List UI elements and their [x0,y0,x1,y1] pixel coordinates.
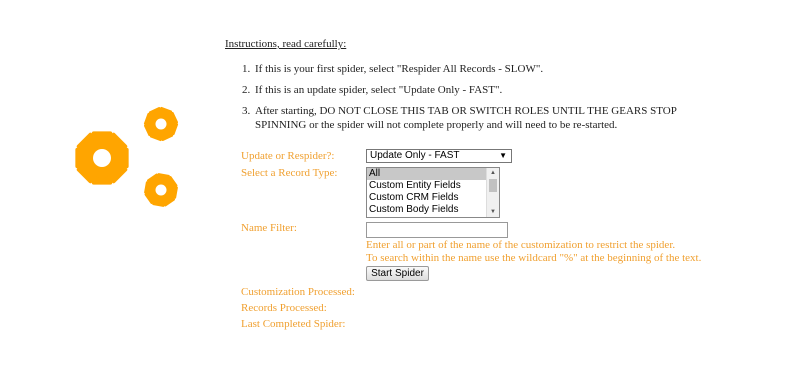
record-type-option-custom-entity-fields[interactable]: Custom Entity Fields [367,180,487,192]
records-processed-label: Records Processed: [241,302,327,314]
record-type-label: Select a Record Type: [241,167,338,179]
update-or-respider-label: Update or Respider?: [241,150,335,162]
step-number: 2. [242,84,251,96]
record-type-option-custom-crm-fields[interactable]: Custom CRM Fields [367,192,487,204]
name-filter-label: Name Filter: [241,222,297,234]
step-text: If this is an update spider, select "Upd… [255,84,503,96]
customization-processed-label: Customization Processed: [241,286,355,298]
scroll-thumb[interactable] [489,179,497,192]
name-filter-hint-2: To search within the name use the wildca… [366,252,702,264]
update-or-respider-select[interactable]: Update Only - FAST ▼ [366,149,512,163]
scroll-down-icon[interactable]: ▼ [487,207,499,217]
instruction-step: 1. If this is your first spider, select … [242,62,692,76]
name-filter-hint-1: Enter all or part of the name of the cus… [366,239,676,251]
instruction-step: 3. After starting, DO NOT CLOSE THIS TAB… [242,104,692,132]
step-number: 3. [242,105,251,117]
scroll-up-icon[interactable]: ▲ [487,168,499,178]
record-type-listbox[interactable]: All Custom Entity Fields Custom CRM Fiel… [366,167,500,218]
start-spider-button[interactable]: Start Spider [366,266,429,281]
instructions-list: 1. If this is your first spider, select … [242,62,692,139]
update-select-value: Update Only - FAST [370,150,460,161]
step-text: If this is your first spider, select "Re… [255,63,544,75]
record-type-option-custom-body-fields[interactable]: Custom Body Fields [367,204,487,216]
listbox-scrollbar[interactable]: ▲ ▼ [486,168,499,217]
name-filter-input[interactable] [366,222,508,238]
dropdown-arrow-icon: ▼ [499,151,507,160]
gears-icon [75,103,182,209]
instruction-step: 2. If this is an update spider, select "… [242,83,692,97]
step-text: After starting, DO NOT CLOSE THIS TAB OR… [255,105,677,131]
record-type-option-all[interactable]: All [367,168,487,180]
instructions-title: Instructions, read carefully: [225,38,347,50]
step-number: 1. [242,63,251,75]
last-completed-spider-label: Last Completed Spider: [241,318,346,330]
